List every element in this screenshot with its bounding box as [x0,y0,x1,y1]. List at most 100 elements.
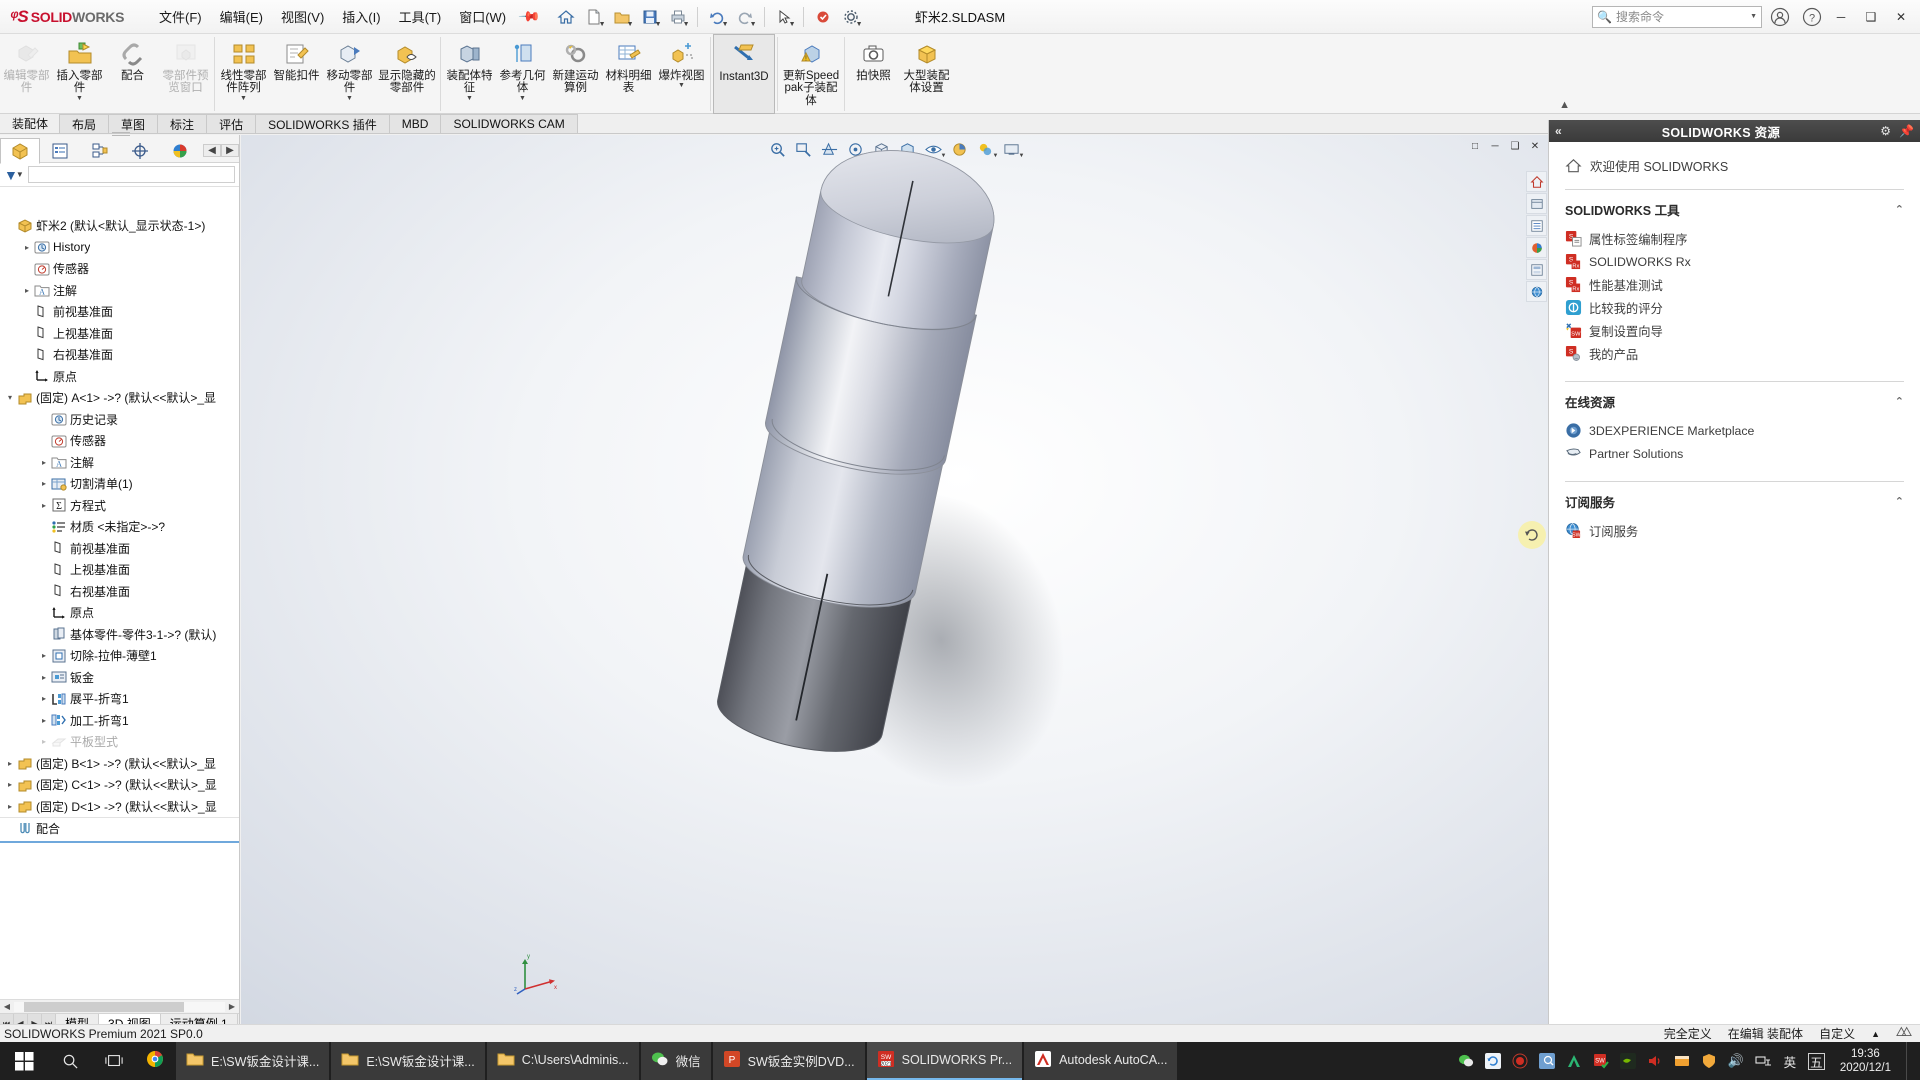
undo-icon[interactable]: ▼ [704,4,730,30]
tree-item[interactable]: ▸ 钣金 [0,667,239,689]
tab-property-manager[interactable] [40,138,80,164]
windows-start-icon[interactable] [0,1042,48,1080]
tab-markup[interactable]: 标注 [157,114,208,133]
task-pane-section-header[interactable]: 订阅服务 ⌃ [1565,492,1904,511]
chevron-right-icon[interactable]: ▸ [21,243,33,252]
ribbon-button-large-assembly-settings[interactable]: 大型装配体设置 [900,34,953,114]
show-desktop-button[interactable] [1906,1042,1914,1080]
ime-mode-indicator[interactable]: 五 [1807,1052,1825,1070]
chevron-down-icon[interactable]: ▼ [856,21,863,28]
tab-evaluate[interactable]: 评估 [206,114,257,133]
task-pane-item[interactable]: S 我的产品 [1565,342,1904,365]
status-expand-arrow-icon[interactable]: ▲ [1871,1029,1880,1039]
ribbon-button-exploded-view[interactable]: 爆炸视图 ▼ [655,34,708,114]
tree-item[interactable]: ▾ (固定) A<1> ->? (默认<<默认>_显 [0,387,239,409]
pin-icon[interactable]: 📌 [1899,124,1914,138]
tab-mbd[interactable]: MBD [388,114,442,133]
tree-item[interactable]: 原点 [0,602,239,624]
taskbar-app-powerpoint[interactable]: P SW钣金实例DVD... [712,1042,865,1080]
chevron-down-icon[interactable]: ▼ [683,21,690,28]
home-icon[interactable] [553,4,579,30]
ribbon-button-update-speedpak[interactable]: ! 更新Speedpak子装配体 [780,34,842,114]
chevron-right-icon[interactable]: ▸ [38,673,50,682]
tree-item[interactable]: 右视基准面 [0,344,239,366]
scrollbar-thumb[interactable] [24,1001,184,1012]
chevron-down-icon[interactable]: ▼ [599,21,606,28]
tab-assembly[interactable]: 装配体 [0,114,60,133]
save-icon[interactable]: ▼ [637,4,663,30]
taskbar-clock[interactable]: 19:36 2020/12/1 [1834,1047,1897,1076]
chevron-right-icon[interactable]: ▸ [38,694,50,703]
sheet-icon[interactable] [1896,1025,1912,1042]
chevron-down-icon[interactable]: ▼ [76,95,83,102]
task-view-icon[interactable] [92,1042,136,1080]
taskbar-app-autocad[interactable]: Autodesk AutoCA... [1024,1042,1178,1080]
tab-scroll-right-button[interactable]: ▶ [221,144,239,157]
search-icon[interactable] [48,1042,92,1080]
chevron-up-icon[interactable]: ⌃ [1895,203,1904,216]
chevron-right-icon[interactable]: ▸ [38,716,50,725]
tree-item[interactable]: 基体零件-零件3-1->? (默认) [0,624,239,646]
menu-item-tools[interactable]: 工具(T) [390,3,451,30]
chevron-right-icon[interactable]: ▸ [38,458,50,467]
tree-item[interactable]: ▸ 平板型式 [0,731,239,753]
tab-dimxpert-manager[interactable] [120,138,160,164]
menu-item-edit[interactable]: 编辑(E) [211,3,272,30]
ribbon-button-snapshot[interactable]: 拍快照 [847,34,900,114]
chevron-right-icon[interactable]: ▸ [4,780,16,789]
window-close-button[interactable]: ✕ [1886,2,1916,32]
chevron-down-icon[interactable]: ▼ [750,21,757,28]
window-minimize-button[interactable]: ─ [1826,2,1856,32]
ribbon-button-linear-pattern[interactable]: 线性零部件阵列 ▼ [217,34,270,114]
chevron-down-icon[interactable]: ▼ [240,95,247,102]
search-commands-box[interactable]: 🔍 搜索命令 ▼ [1592,5,1762,28]
menu-item-file[interactable]: 文件(F) [150,3,211,30]
tree-item[interactable]: ▸ 展平-折弯1 [0,688,239,710]
ribbon-button-bill-of-materials[interactable]: 材料明细表 [602,34,655,114]
menu-item-view[interactable]: 视图(V) [272,3,333,30]
taskbar-app-chrome[interactable] [136,1042,176,1080]
print-icon[interactable]: ▼ [665,4,691,30]
record-tray-icon[interactable] [1511,1052,1529,1070]
tree-item[interactable]: ▸ 切除-拉伸-薄壁1 [0,645,239,667]
new-document-icon[interactable]: ▼ [581,4,607,30]
chevron-down-icon[interactable]: ▼ [655,21,662,28]
ribbon-button-show-hidden-components[interactable]: 显示隐藏的零部件 [376,34,438,114]
ime-language-indicator[interactable]: 英 [1781,1052,1799,1070]
redo-icon[interactable]: ▼ [732,4,758,30]
task-pane-item[interactable]: S Rx 性能基准测试 [1565,273,1904,296]
window-restore-button[interactable]: ❑ [1856,2,1886,32]
tab-display-manager[interactable] [160,138,200,164]
shield-tray-icon[interactable] [1700,1052,1718,1070]
tree-item[interactable]: 原点 [0,366,239,388]
chevron-right-icon[interactable]: ▸ [38,651,50,660]
refresh-tray-icon[interactable] [1484,1052,1502,1070]
chevron-right-icon[interactable]: ▸ [4,802,16,811]
tab-sw-cam[interactable]: SOLIDWORKS CAM [440,114,578,133]
autodesk-tray-icon[interactable] [1565,1052,1583,1070]
feature-tree-hscrollbar[interactable]: ◀ ▶ [0,999,239,1013]
feature-tree-filter-input[interactable] [27,166,235,183]
chevron-down-icon[interactable]: ▼ [678,82,685,89]
tab-feature-manager[interactable] [0,137,40,164]
ribbon-button-new-motion-study[interactable]: 新建运动算例 [549,34,602,114]
task-pane-item[interactable]: 比较我的评分 [1565,296,1904,319]
status-custom-button[interactable]: 自定义 [1819,1025,1855,1042]
chevron-down-icon[interactable]: ▼ [346,95,353,102]
chevron-right-icon[interactable]: ▸ [21,286,33,295]
scrollbar-track[interactable] [14,1001,225,1012]
tree-item[interactable]: ▸ A 注解 [0,280,239,302]
chevron-down-icon[interactable]: ▼ [722,21,729,28]
task-pane-section-header[interactable]: SOLIDWORKS 工具 ⌃ [1565,200,1904,219]
nvidia-tray-icon[interactable] [1619,1052,1637,1070]
panel-drag-handle[interactable] [112,130,130,136]
speaker-icon[interactable]: 🔊 [1727,1052,1745,1070]
tab-scroll-left-button[interactable]: ◀ [203,144,221,157]
tree-item[interactable]: ▸ (固定) C<1> ->? (默认<<默认>_显 [0,774,239,796]
tree-item[interactable]: 传感器 [0,430,239,452]
user-account-icon[interactable] [1766,3,1794,31]
tree-root-item[interactable]: 虾米2 (默认<默认_显示状态-1>) [0,215,239,237]
graphics-viewport[interactable]: ▼ ▼ ▼ ▼ □ ─ ❑ ✕ [241,135,1548,1033]
help-icon[interactable]: ? [1798,3,1826,31]
tree-item[interactable]: 前视基准面 [0,538,239,560]
